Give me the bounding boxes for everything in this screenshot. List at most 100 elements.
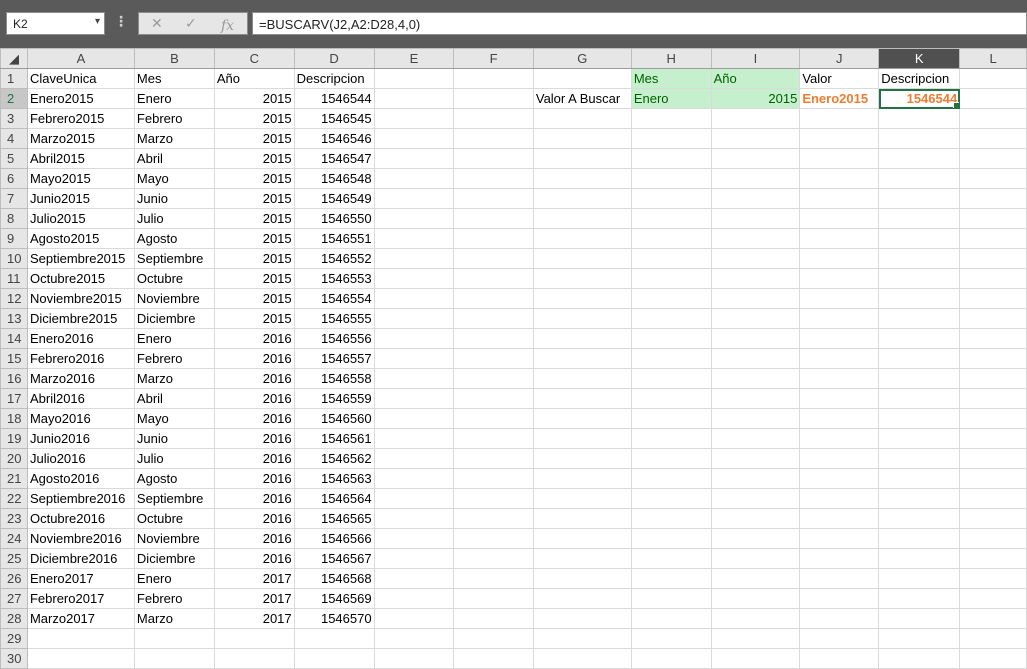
cell-l2[interactable] bbox=[959, 88, 1027, 109]
cell-f20[interactable] bbox=[453, 448, 534, 469]
cell-e23[interactable] bbox=[373, 508, 455, 529]
cell-k19[interactable] bbox=[878, 428, 961, 449]
cell-d29[interactable] bbox=[293, 628, 375, 649]
cell-c3[interactable]: 2015 bbox=[213, 108, 295, 129]
cell-b10[interactable]: Septiembre bbox=[133, 248, 215, 269]
cell-l5[interactable] bbox=[959, 148, 1027, 169]
cell-g28[interactable] bbox=[532, 608, 632, 629]
row-header[interactable]: 23 bbox=[0, 508, 28, 529]
cell-b14[interactable]: Enero bbox=[133, 328, 215, 349]
select-all-corner[interactable]: ◢ bbox=[0, 48, 28, 69]
cell-k27[interactable] bbox=[878, 588, 961, 609]
cell-e7[interactable] bbox=[373, 188, 455, 209]
cell-k29[interactable] bbox=[878, 628, 961, 649]
cell-g12[interactable] bbox=[532, 288, 632, 309]
cell-d25[interactable]: 1546567 bbox=[293, 548, 375, 569]
cell-k28[interactable] bbox=[878, 608, 961, 629]
cell-d15[interactable]: 1546557 bbox=[293, 348, 375, 369]
cell-j18[interactable] bbox=[799, 408, 880, 429]
cell-a26[interactable]: Enero2017 bbox=[26, 568, 135, 589]
cell-j2[interactable]: Enero2015 bbox=[799, 88, 880, 109]
cell-l25[interactable] bbox=[959, 548, 1027, 569]
cell-i1[interactable]: Año bbox=[710, 68, 801, 89]
cell-i24[interactable] bbox=[710, 528, 801, 549]
row-header[interactable]: 13 bbox=[0, 308, 28, 329]
cell-g2[interactable]: Valor A Buscar bbox=[532, 88, 632, 109]
cell-f19[interactable] bbox=[453, 428, 534, 449]
cell-h20[interactable] bbox=[630, 448, 712, 469]
row-header[interactable]: 20 bbox=[0, 448, 28, 469]
cell-g5[interactable] bbox=[532, 148, 632, 169]
cell-d27[interactable]: 1546569 bbox=[293, 588, 375, 609]
cell-g24[interactable] bbox=[532, 528, 632, 549]
cell-d16[interactable]: 1546558 bbox=[293, 368, 375, 389]
cell-b25[interactable]: Diciembre bbox=[133, 548, 215, 569]
cell-i10[interactable] bbox=[710, 248, 801, 269]
cell-k5[interactable] bbox=[878, 148, 961, 169]
cell-a27[interactable]: Febrero2017 bbox=[26, 588, 135, 609]
cell-f27[interactable] bbox=[453, 588, 534, 609]
cell-f26[interactable] bbox=[453, 568, 534, 589]
cell-a5[interactable]: Abril2015 bbox=[26, 148, 135, 169]
cell-d8[interactable]: 1546550 bbox=[293, 208, 375, 229]
cell-a17[interactable]: Abril2016 bbox=[26, 388, 135, 409]
cell-j26[interactable] bbox=[799, 568, 880, 589]
cell-c28[interactable]: 2017 bbox=[213, 608, 295, 629]
cell-e3[interactable] bbox=[373, 108, 455, 129]
row-header[interactable]: 25 bbox=[0, 548, 28, 569]
cell-h14[interactable] bbox=[630, 328, 712, 349]
cell-a8[interactable]: Julio2015 bbox=[26, 208, 135, 229]
cell-e25[interactable] bbox=[373, 548, 455, 569]
cell-c24[interactable]: 2016 bbox=[213, 528, 295, 549]
cell-g10[interactable] bbox=[532, 248, 632, 269]
cell-i25[interactable] bbox=[710, 548, 801, 569]
cell-b2[interactable]: Enero bbox=[133, 88, 215, 109]
cell-f9[interactable] bbox=[453, 228, 534, 249]
cell-e15[interactable] bbox=[373, 348, 455, 369]
cell-i17[interactable] bbox=[710, 388, 801, 409]
cell-b8[interactable]: Julio bbox=[133, 208, 215, 229]
cell-a9[interactable]: Agosto2015 bbox=[26, 228, 135, 249]
cell-a23[interactable]: Octubre2016 bbox=[26, 508, 135, 529]
cell-c30[interactable] bbox=[213, 648, 295, 669]
cell-f22[interactable] bbox=[453, 488, 534, 509]
cell-j19[interactable] bbox=[799, 428, 880, 449]
cell-b7[interactable]: Junio bbox=[133, 188, 215, 209]
row-header[interactable]: 30 bbox=[0, 648, 28, 669]
cell-b11[interactable]: Octubre bbox=[133, 268, 215, 289]
cell-a11[interactable]: Octubre2015 bbox=[26, 268, 135, 289]
cell-e6[interactable] bbox=[373, 168, 455, 189]
cell-e9[interactable] bbox=[373, 228, 455, 249]
cell-l12[interactable] bbox=[959, 288, 1027, 309]
cell-c23[interactable]: 2016 bbox=[213, 508, 295, 529]
cell-j1[interactable]: Valor bbox=[799, 68, 880, 89]
cell-g16[interactable] bbox=[532, 368, 632, 389]
column-header-h[interactable]: H bbox=[630, 48, 712, 69]
cell-k14[interactable] bbox=[878, 328, 961, 349]
cell-k30[interactable] bbox=[878, 648, 961, 669]
cell-l18[interactable] bbox=[959, 408, 1027, 429]
cell-i21[interactable] bbox=[710, 468, 801, 489]
cell-b18[interactable]: Mayo bbox=[133, 408, 215, 429]
cell-e13[interactable] bbox=[373, 308, 455, 329]
cell-k3[interactable] bbox=[878, 108, 961, 129]
cell-a2[interactable]: Enero2015 bbox=[26, 88, 135, 109]
cell-e20[interactable] bbox=[373, 448, 455, 469]
cell-i6[interactable] bbox=[710, 168, 801, 189]
cell-i30[interactable] bbox=[710, 648, 801, 669]
cell-j14[interactable] bbox=[799, 328, 880, 349]
row-header[interactable]: 16 bbox=[0, 368, 28, 389]
cell-k12[interactable] bbox=[878, 288, 961, 309]
cell-a19[interactable]: Junio2016 bbox=[26, 428, 135, 449]
cell-a30[interactable] bbox=[26, 648, 135, 669]
cell-l21[interactable] bbox=[959, 468, 1027, 489]
cell-f24[interactable] bbox=[453, 528, 534, 549]
row-header[interactable]: 6 bbox=[0, 168, 28, 189]
column-header-e[interactable]: E bbox=[373, 48, 455, 69]
cell-g14[interactable] bbox=[532, 328, 632, 349]
cell-h21[interactable] bbox=[630, 468, 712, 489]
cell-e4[interactable] bbox=[373, 128, 455, 149]
cell-f28[interactable] bbox=[453, 608, 534, 629]
cell-e5[interactable] bbox=[373, 148, 455, 169]
cell-h7[interactable] bbox=[630, 188, 712, 209]
